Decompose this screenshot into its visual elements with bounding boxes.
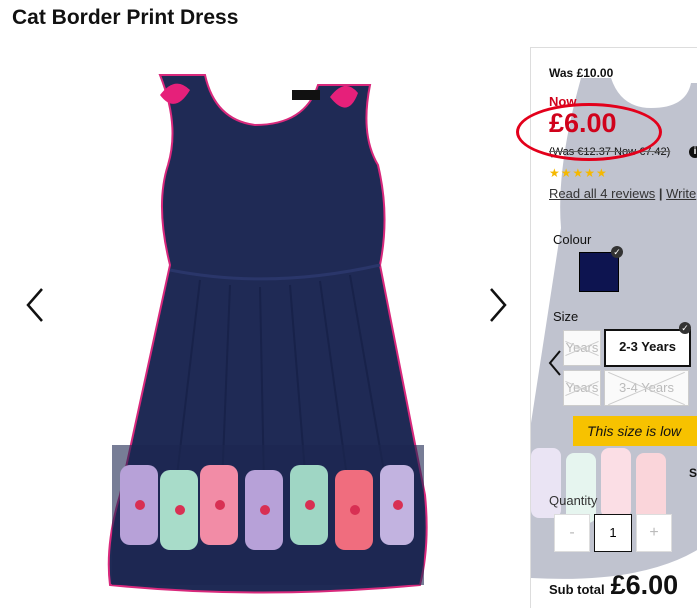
was-price: Was £10.00: [549, 66, 614, 80]
review-separator: |: [655, 186, 667, 201]
info-icon[interactable]: i: [689, 146, 697, 158]
low-stock-banner: This size is low: [573, 416, 697, 446]
size-info-text: Si: [689, 466, 697, 480]
quantity-input[interactable]: 1: [594, 514, 632, 552]
quantity-decrease-button[interactable]: -: [554, 514, 590, 552]
product-gallery: [0, 45, 530, 599]
rating-stars: ★★★★★: [549, 166, 608, 180]
quantity-increase-button[interactable]: +: [636, 514, 672, 552]
price-highlight-circle: [516, 103, 662, 161]
subtotal: Sub total £6.00: [549, 570, 678, 601]
quantity-label: Quantity: [549, 493, 598, 508]
check-icon: ✓: [679, 322, 691, 334]
subtotal-value: £6.00: [610, 570, 679, 600]
check-icon: ✓: [611, 246, 623, 258]
read-reviews-link[interactable]: Read all 4 reviews: [549, 186, 655, 201]
size-option-unavailable: Years: [563, 370, 601, 406]
gallery-prev-button[interactable]: [22, 285, 52, 325]
colour-swatch-navy[interactable]: [579, 252, 619, 292]
size-option-unavailable: Years: [563, 330, 601, 366]
product-image: [107, 74, 428, 594]
subtotal-label: Sub total: [549, 582, 605, 597]
size-option-2-3-years[interactable]: 2-3 Years: [604, 329, 691, 367]
product-title: Cat Border Print Dress: [12, 6, 239, 29]
chevron-right-icon: [490, 288, 507, 322]
chevron-left-icon[interactable]: [546, 348, 564, 378]
colour-label: Colour: [553, 232, 592, 247]
chevron-left-icon: [26, 288, 43, 322]
reviews-row: Read all 4 reviews | Write: [549, 186, 696, 201]
gallery-next-button[interactable]: [485, 285, 515, 325]
write-review-link[interactable]: Write: [666, 186, 696, 201]
size-label: Size: [553, 309, 579, 324]
size-option-3-4-years: 3-4 Years: [604, 370, 689, 406]
